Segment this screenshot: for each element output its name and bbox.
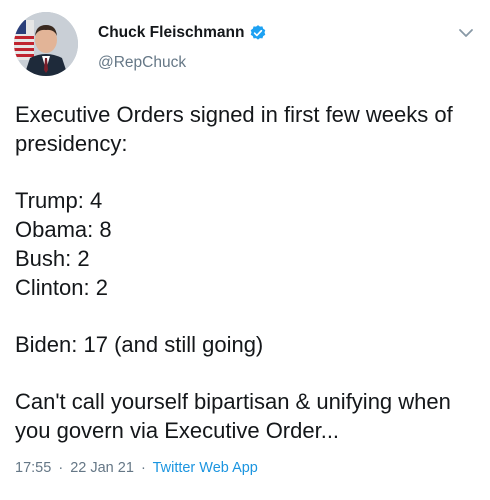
avatar[interactable] <box>14 12 78 76</box>
display-name[interactable]: Chuck Fleischmann <box>98 24 244 42</box>
tweet-card: Chuck Fleischmann @RepChuck Executive Or… <box>0 0 490 500</box>
tweet-line-obama: Obama: 8 <box>15 217 112 242</box>
tweet-line-intro: Executive Orders signed in first few wee… <box>15 102 453 156</box>
chevron-down-icon[interactable] <box>458 26 474 38</box>
tweet-line-trump: Trump: 4 <box>15 188 103 213</box>
tweet-source-link[interactable]: Twitter Web App <box>153 460 258 476</box>
tweet-line-biden: Biden: 17 (and still going) <box>15 332 264 357</box>
meta-separator: · <box>140 460 146 476</box>
tweet-line-closing: Can't call yourself bipartisan & unifyin… <box>15 389 451 443</box>
meta-separator: · <box>58 460 64 476</box>
tweet-text: Executive Orders signed in first few wee… <box>15 100 480 445</box>
profile-photo-image <box>14 12 78 76</box>
tweet-date[interactable]: 22 Jan 21 <box>70 460 134 476</box>
tweet-meta: 17:55 · 22 Jan 21 · Twitter Web App <box>15 460 258 476</box>
tweet-time[interactable]: 17:55 <box>15 460 51 476</box>
author-handle[interactable]: @RepChuck <box>98 54 186 72</box>
tweet-line-bush: Bush: 2 <box>15 246 90 271</box>
author-name-row[interactable]: Chuck Fleischmann <box>98 24 267 42</box>
tweet-line-clinton: Clinton: 2 <box>15 275 108 300</box>
verified-badge-icon <box>249 24 267 42</box>
